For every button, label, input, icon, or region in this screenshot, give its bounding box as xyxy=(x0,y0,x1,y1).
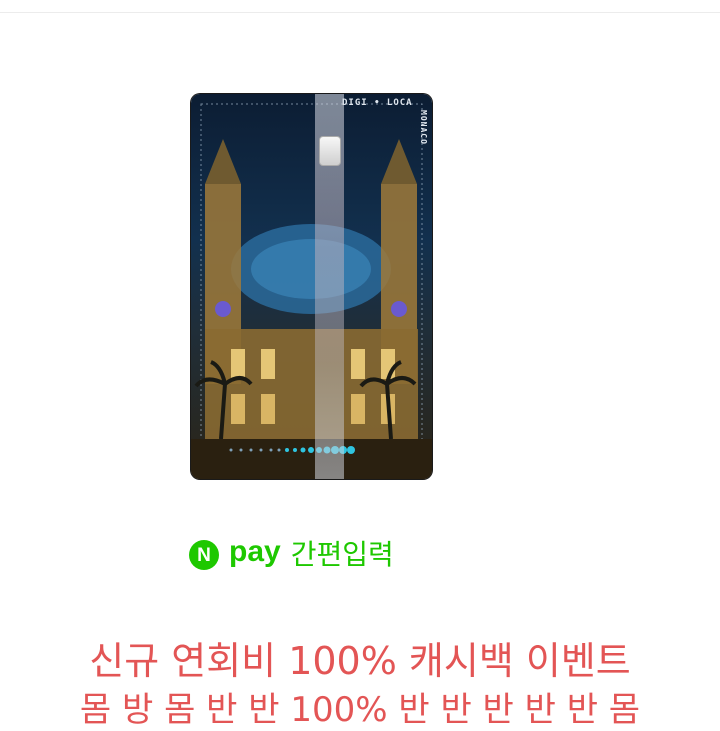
card-chip xyxy=(319,136,341,166)
event-title: 신규 연회비 100% 캐시백 이벤트 xyxy=(89,639,631,683)
card-artwork xyxy=(191,103,432,479)
npay-icon-letter: N xyxy=(197,544,211,566)
event-subtitle: 몸 방 몸 반 반 100% 반 반 반 반 반 몸 xyxy=(79,690,641,730)
npay-pay-text: pay xyxy=(229,535,281,568)
npay-quick-input-button[interactable]: N pay 간편입력 xyxy=(189,536,394,574)
npay-label: 간편입력 xyxy=(290,538,394,571)
card-brand: DIGI • LOCA xyxy=(342,98,413,108)
top-divider xyxy=(0,12,720,13)
naver-n-icon: N xyxy=(189,540,219,570)
card-brand-sub: MONACO xyxy=(419,110,428,145)
credit-card-image[interactable]: DIGI • LOCA MONACO xyxy=(191,94,432,479)
